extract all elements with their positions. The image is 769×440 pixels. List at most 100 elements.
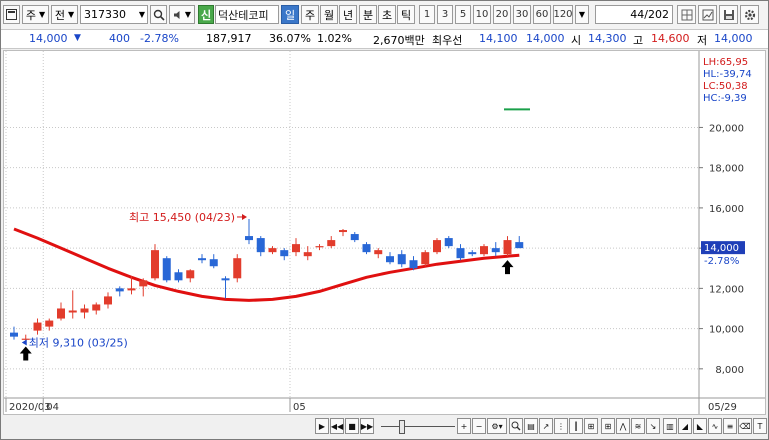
- tab-label: 년: [342, 8, 354, 22]
- count-field[interactable]: 44 /202: [595, 5, 673, 24]
- sound-button[interactable]: ▼: [169, 5, 195, 24]
- interval-1[interactable]: 1: [419, 5, 435, 24]
- save-button[interactable]: [719, 5, 738, 24]
- period-button[interactable]: ⋮: [554, 418, 568, 434]
- candle-button[interactable]: ┃: [569, 418, 583, 434]
- interval-3[interactable]: 3: [437, 5, 453, 24]
- candle-body: [233, 258, 242, 279]
- candle-body: [162, 258, 171, 281]
- gear-icon: [744, 9, 755, 20]
- candle-body: [397, 254, 406, 265]
- trend-button[interactable]: ⋀: [616, 418, 630, 434]
- y-tick-label: 20,000: [709, 123, 744, 134]
- candle-body: [127, 288, 136, 291]
- tab-label: 일: [284, 8, 296, 22]
- fill-button[interactable]: ▥: [663, 418, 677, 434]
- interval-label: 20: [495, 9, 509, 20]
- stop-button[interactable]: ■: [345, 418, 359, 434]
- ruler-button[interactable]: ⊞: [601, 418, 615, 434]
- zoom-reset-button[interactable]: ⚙▾: [487, 418, 507, 434]
- tab-minute[interactable]: 분: [359, 5, 377, 24]
- high-price: 14,600: [651, 32, 690, 45]
- save-icon: [723, 9, 734, 20]
- text-tool-button[interactable]: T: [753, 418, 767, 434]
- tab-label: 초: [381, 8, 393, 22]
- interval-dropdown[interactable]: ▼: [575, 5, 589, 24]
- chevron-down-icon: ▼: [578, 10, 586, 19]
- candle-body: [421, 252, 430, 265]
- indicator-label: HC:-9,39: [703, 93, 747, 104]
- tab-tick[interactable]: 틱: [397, 5, 415, 24]
- fib-button[interactable]: ∿: [708, 418, 722, 434]
- navigation-bar: ▶ ◀◀ ■ ▶▶ + − ⚙▾ ▤ ↗ ⋮ ┃ ⊞ ⊞ ⋀ ≋ ↘ ▥ ◢ ◣…: [1, 415, 768, 439]
- interval-10[interactable]: 10: [473, 5, 491, 24]
- candle-body: [315, 246, 324, 248]
- stock-code: 317330: [84, 8, 126, 21]
- moving-average-layer: [13, 227, 520, 302]
- interval-30[interactable]: 30: [513, 5, 531, 24]
- tab-weekly[interactable]: 주: [301, 5, 319, 24]
- grid-button[interactable]: [677, 5, 696, 24]
- signal-up-arrow-icon: [501, 260, 514, 275]
- min-arrow-icon: [21, 339, 27, 346]
- tab-yearly[interactable]: 년: [339, 5, 357, 24]
- tab-second[interactable]: 초: [378, 5, 396, 24]
- price-chart[interactable]: 최고 15,450 (04/23) 최저 9,310 (03/25) 20,000…: [3, 50, 766, 415]
- candle-body: [503, 240, 512, 255]
- candle-body: [221, 278, 230, 281]
- scroll-right-button[interactable]: ▶: [315, 418, 329, 434]
- interval-120[interactable]: 120: [553, 5, 573, 24]
- interval-5[interactable]: 5: [455, 5, 471, 24]
- shape-button[interactable]: ◣: [693, 418, 707, 434]
- candle-body: [292, 244, 300, 253]
- price-change-pct: -2.78%: [140, 32, 179, 45]
- interval-20[interactable]: 20: [493, 5, 511, 24]
- candle-body: [303, 252, 312, 257]
- tab-monthly[interactable]: 월: [320, 5, 338, 24]
- scroll-last-button[interactable]: ▶▶: [360, 418, 374, 434]
- scroll-first-button[interactable]: ◀◀: [330, 418, 344, 434]
- draw-button[interactable]: ≡: [723, 418, 737, 434]
- candle-body: [468, 252, 477, 255]
- moving-average-line: [13, 227, 520, 302]
- magnifier-icon: [511, 421, 521, 431]
- zoom-slider[interactable]: [381, 419, 455, 434]
- search-button[interactable]: [150, 5, 167, 24]
- y-axis: 20,000 18,000 16,000 14,000 12,000 10,000 8,00…: [699, 123, 745, 376]
- area-button[interactable]: ◢: [678, 418, 692, 434]
- interval-label: 30: [515, 9, 529, 20]
- bar-button[interactable]: ⊞: [584, 418, 598, 434]
- max-price-label: 최고 15,450 (04/23): [129, 211, 235, 224]
- candle-body: [45, 320, 54, 327]
- chevron-down-icon: ▼: [138, 10, 145, 19]
- stock-code-input[interactable]: 317330 ▼: [80, 5, 148, 24]
- chart-type-button[interactable]: ▤: [524, 418, 538, 434]
- credit-badge-label: 신: [200, 8, 212, 22]
- magnifier-button[interactable]: [509, 418, 523, 434]
- candle-body: [350, 234, 359, 241]
- eraser-button[interactable]: ⌫: [738, 418, 752, 434]
- tab-daily[interactable]: 일: [281, 5, 299, 24]
- crosshair-button[interactable]: [698, 5, 717, 24]
- zoom-slider-handle[interactable]: [399, 420, 405, 434]
- down-arrow-icon: ▼: [74, 33, 81, 43]
- period-select[interactable]: 전 ▼: [51, 5, 78, 24]
- candle-body: [339, 230, 347, 233]
- x-tick-label: 04: [46, 402, 59, 413]
- candle-body: [491, 248, 500, 253]
- interval-60[interactable]: 60: [533, 5, 551, 24]
- candle-body: [280, 250, 289, 257]
- zoom-out-button[interactable]: −: [472, 418, 486, 434]
- zoom-in-button[interactable]: +: [457, 418, 471, 434]
- candle-body: [433, 240, 441, 253]
- arrow-button[interactable]: ↘: [646, 418, 660, 434]
- indicator-label: LH:65,95: [703, 57, 748, 68]
- envelope-button[interactable]: ≋: [631, 418, 645, 434]
- line-button[interactable]: ↗: [539, 418, 553, 434]
- window-menu-icon[interactable]: [3, 5, 20, 24]
- high-label: 고: [633, 34, 644, 47]
- market-select[interactable]: 주 ▼: [22, 5, 49, 24]
- settings-button[interactable]: [740, 5, 759, 24]
- x-axis: 2020/0304 05 05/29: [5, 398, 737, 413]
- y-tick-label: 12,000: [709, 284, 744, 295]
